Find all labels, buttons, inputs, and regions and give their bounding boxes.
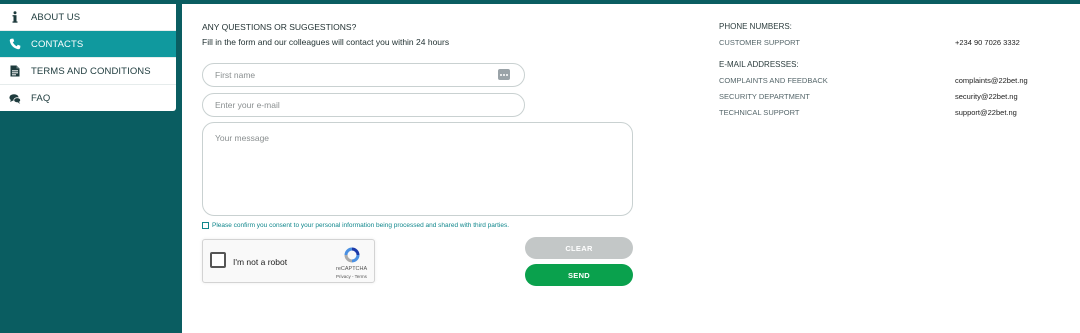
phone-number[interactable]: +234 90 7026 3332 [955,38,1020,47]
contact-panel: ANY QUESTIONS OR SUGGESTIONS? Fill in th… [182,4,1080,333]
contact-label: TECHNICAL SUPPORT [719,108,800,117]
first-name-input[interactable] [202,63,525,87]
consent-checkbox[interactable] [202,222,209,229]
send-button[interactable]: SEND [525,264,633,286]
document-icon [8,64,22,78]
message-textarea[interactable] [202,122,633,216]
chat-bubbles-icon [8,92,22,106]
sidebar-item-about-us[interactable]: ABOUT US [0,4,176,31]
form-subheading: Fill in the form and our colleagues will… [202,37,450,47]
sidebar-item-label: TERMS AND CONDITIONS [31,65,151,77]
phone-icon [8,37,22,51]
sidebar-item-faq[interactable]: FAQ [0,85,176,112]
contact-label: COMPLAINTS AND FEEDBACK [719,76,828,85]
email-addresses-heading: E-MAIL ADDRESSES: [719,60,799,69]
email-input[interactable] [202,93,525,117]
email-address[interactable]: security@22bet.ng [955,92,1018,101]
email-address[interactable]: complaints@22bet.ng [955,76,1028,85]
contact-label: CUSTOMER SUPPORT [719,38,800,47]
recaptcha-label: I'm not a robot [233,257,288,267]
email-address[interactable]: support@22bet.ng [955,108,1017,117]
consent-label[interactable]: Please confirm you consent to your perso… [212,222,509,229]
contact-label: SECURITY DEPARTMENT [719,92,810,101]
phone-numbers-heading: PHONE NUMBERS: [719,22,792,31]
sidebar-item-terms-and-conditions[interactable]: TERMS AND CONDITIONS [0,58,176,85]
sidebar-item-label: FAQ [31,93,51,104]
autofill-icon[interactable] [498,69,510,80]
consent-row: Please confirm you consent to your perso… [202,222,509,229]
form-heading: ANY QUESTIONS OR SUGGESTIONS? [202,22,357,32]
sidebar-menu: ABOUT US CONTACTS TERMS AND CONDITIONS F… [0,4,176,111]
sidebar-item-label: ABOUT US [31,11,81,23]
clear-button[interactable]: CLEAR [525,237,633,259]
recaptcha-widget: I'm not a robot reCAPTCHA Privacy - Term… [202,239,375,283]
recaptcha-links[interactable]: Privacy - Terms [336,274,367,279]
recaptcha-logo-icon [344,247,360,263]
recaptcha-checkbox[interactable] [210,252,226,268]
sidebar-item-contacts[interactable]: CONTACTS [0,31,176,58]
info-icon [8,10,22,24]
recaptcha-brand: reCAPTCHA [336,266,368,272]
sidebar-item-label: CONTACTS [31,38,84,50]
